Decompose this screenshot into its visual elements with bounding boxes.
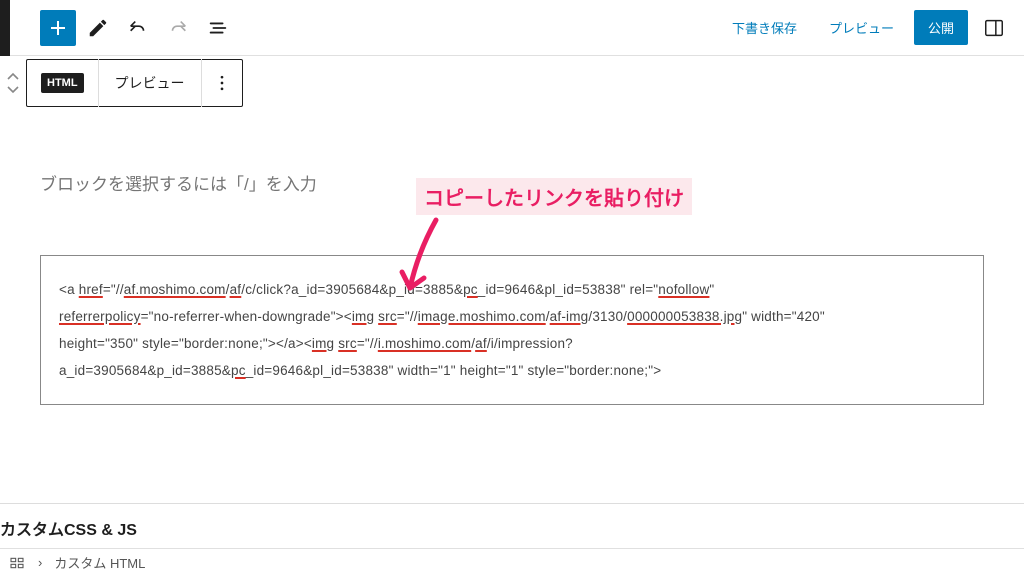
breadcrumb-root-icon[interactable] xyxy=(8,554,26,572)
top-toolbar: 下書き保存 プレビュー 公開 xyxy=(0,0,1024,56)
pencil-icon xyxy=(87,17,109,39)
block-mover[interactable] xyxy=(6,72,20,94)
block-toolbar-row: HTML プレビュー xyxy=(0,56,1024,110)
top-preview-button[interactable]: プレビュー xyxy=(817,10,906,45)
undo-icon xyxy=(127,17,149,39)
block-more-options[interactable] xyxy=(202,59,242,107)
document-outline-button[interactable] xyxy=(200,10,236,46)
admin-sidebar-edge xyxy=(0,0,10,56)
plus-icon xyxy=(46,16,70,40)
code-line: referrerpolicy="no-referrer-when-downgra… xyxy=(59,303,965,330)
block-type-tab[interactable]: HTML xyxy=(27,59,99,107)
block-toolbar: HTML プレビュー xyxy=(26,59,243,107)
toolbar-right-group: 下書き保存 プレビュー 公開 xyxy=(720,10,1012,46)
settings-sidebar-toggle[interactable] xyxy=(976,10,1012,46)
save-draft-button[interactable]: 下書き保存 xyxy=(720,10,809,45)
publish-button[interactable]: 公開 xyxy=(914,10,968,45)
add-block-button[interactable] xyxy=(40,10,76,46)
html-badge: HTML xyxy=(41,73,84,93)
sidebar-icon xyxy=(983,17,1005,39)
code-line: <a href="//af.moshimo.com/af/c/click?a_i… xyxy=(59,276,965,303)
footer-separator xyxy=(0,503,1024,504)
list-icon xyxy=(207,17,229,39)
breadcrumb-separator: › xyxy=(38,555,42,570)
block-breadcrumb: › カスタム HTML xyxy=(0,548,1024,576)
redo-icon xyxy=(167,17,189,39)
editor-area: コピーしたリンクを貼り付け ブロックを選択するには「/」を入力 <a href=… xyxy=(0,170,1024,405)
html-code-block[interactable]: <a href="//af.moshimo.com/af/c/click?a_i… xyxy=(40,255,984,405)
breadcrumb-item[interactable]: カスタム HTML xyxy=(54,553,145,572)
redo-button[interactable] xyxy=(160,10,196,46)
annotation-arrow-icon xyxy=(396,216,456,306)
preview-tab[interactable]: プレビュー xyxy=(99,59,202,107)
edit-tool-button[interactable] xyxy=(80,10,116,46)
annotation-label: コピーしたリンクを貼り付け xyxy=(416,178,692,215)
code-line: height="350" style="border:none;"></a><i… xyxy=(59,330,965,357)
toolbar-left-group xyxy=(40,10,236,46)
code-line: a_id=3905684&p_id=3885&pc_id=9646&pl_id=… xyxy=(59,357,965,384)
section-title: カスタムCSS & JS xyxy=(0,516,137,540)
chevron-down-icon xyxy=(6,84,20,94)
chevron-up-icon xyxy=(6,72,20,82)
undo-button[interactable] xyxy=(120,10,156,46)
more-vertical-icon xyxy=(212,73,232,93)
